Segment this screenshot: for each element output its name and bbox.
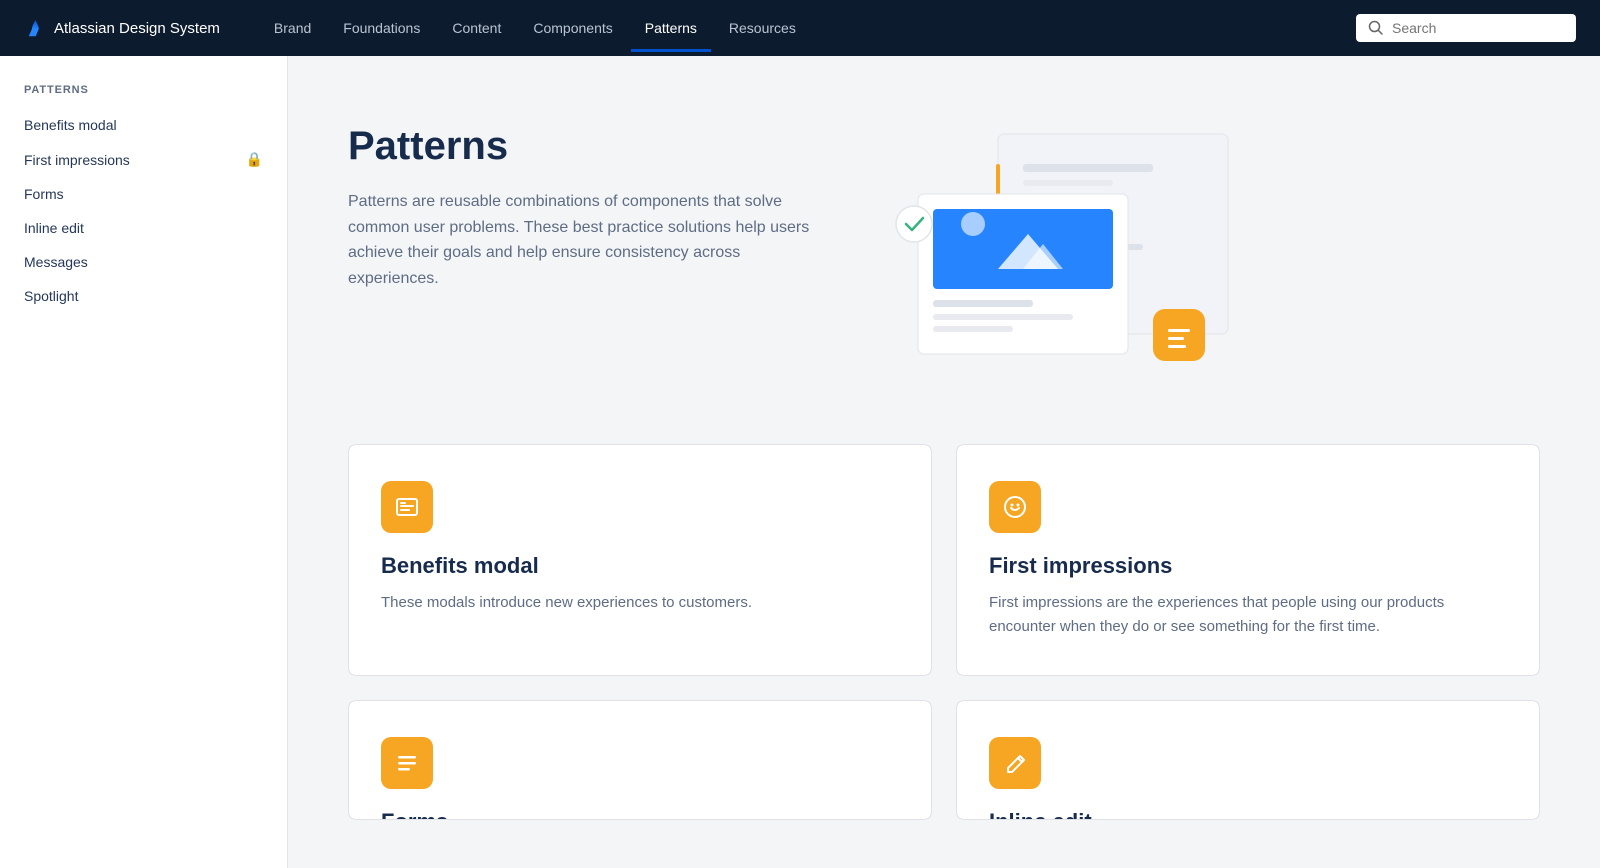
sidebar-item-inline-edit[interactable]: Inline edit (0, 211, 287, 245)
sidebar-item-label: Spotlight (24, 288, 78, 304)
hero-illustration (868, 104, 1248, 384)
nav-foundations[interactable]: Foundations (329, 12, 434, 44)
logo[interactable]: Atlassian Design System (24, 17, 220, 39)
navbar: Atlassian Design System Brand Foundation… (0, 0, 1600, 56)
sidebar-item-label: Forms (24, 186, 64, 202)
nav-patterns[interactable]: Patterns (631, 12, 711, 44)
search-icon (1368, 20, 1384, 36)
card-title-forms: Forms (381, 809, 899, 820)
sidebar-item-label: Inline edit (24, 220, 84, 236)
sidebar-item-label: First impressions (24, 152, 130, 168)
card-icon-benefits-modal (381, 481, 433, 533)
card-icon-forms (381, 737, 433, 789)
card-icon-first-impressions (989, 481, 1041, 533)
page-wrapper: PATTERNS Benefits modal First impression… (0, 56, 1600, 868)
main-nav: Brand Foundations Content Components Pat… (260, 12, 1356, 44)
patterns-illustration (868, 104, 1248, 384)
card-forms[interactable]: Forms (348, 700, 932, 820)
search-input[interactable] (1392, 20, 1564, 36)
card-icon-inline-edit (989, 737, 1041, 789)
card-title-first-impressions: First impressions (989, 553, 1507, 579)
card-description-first-impressions: First impressions are the experiences th… (989, 591, 1507, 639)
nav-brand[interactable]: Brand (260, 12, 325, 44)
main-content: Patterns Patterns are reusable combinati… (288, 56, 1600, 868)
hero-description: Patterns are reusable combinations of co… (348, 189, 828, 291)
sidebar-section-label: PATTERNS (0, 84, 287, 108)
card-first-impressions[interactable]: First impressions First impressions are … (956, 444, 1540, 676)
nav-content[interactable]: Content (438, 12, 515, 44)
cards-grid: Benefits modal These modals introduce ne… (348, 444, 1540, 820)
logo-text: Atlassian Design System (54, 20, 220, 37)
hero-section: Patterns Patterns are reusable combinati… (348, 104, 1540, 384)
card-title-benefits-modal: Benefits modal (381, 553, 899, 579)
sidebar-item-messages[interactable]: Messages (0, 245, 287, 279)
sidebar-item-label: Messages (24, 254, 88, 270)
sidebar-item-spotlight[interactable]: Spotlight (0, 279, 287, 313)
page-title: Patterns (348, 124, 828, 169)
sidebar-item-forms[interactable]: Forms (0, 177, 287, 211)
card-benefits-modal[interactable]: Benefits modal These modals introduce ne… (348, 444, 932, 676)
nav-resources[interactable]: Resources (715, 12, 810, 44)
lock-icon: 🔒 (246, 151, 263, 168)
sidebar-item-first-impressions[interactable]: First impressions 🔒 (0, 142, 287, 177)
card-description-benefits-modal: These modals introduce new experiences t… (381, 591, 899, 615)
sidebar: PATTERNS Benefits modal First impression… (0, 56, 288, 868)
card-title-inline-edit: Inline edit (989, 809, 1507, 820)
sidebar-item-label: Benefits modal (24, 117, 117, 133)
sidebar-item-benefits-modal[interactable]: Benefits modal (0, 108, 287, 142)
atlassian-logo-icon (24, 17, 46, 39)
nav-components[interactable]: Components (519, 12, 626, 44)
search-box[interactable] (1356, 14, 1576, 42)
hero-text: Patterns Patterns are reusable combinati… (348, 104, 828, 291)
card-inline-edit[interactable]: Inline edit (956, 700, 1540, 820)
